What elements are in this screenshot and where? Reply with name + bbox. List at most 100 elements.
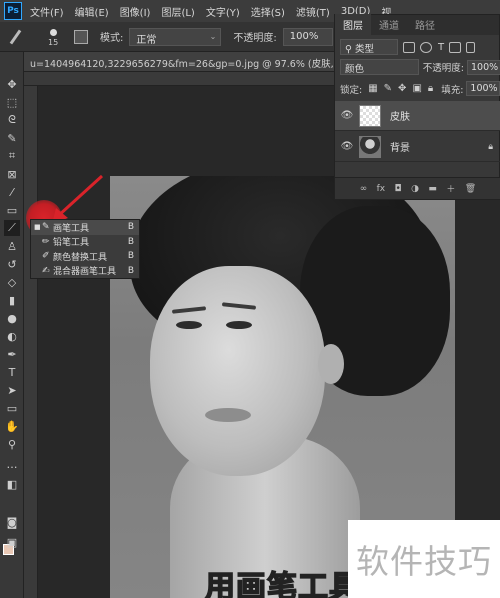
vertical-ruler	[24, 86, 38, 598]
move-tool-icon[interactable]: ✥	[4, 76, 20, 92]
mixer-brush-icon: ✍	[42, 265, 50, 276]
tab-layers[interactable]: 图层	[335, 14, 371, 35]
quick-select-tool-icon[interactable]: ✎	[4, 130, 20, 146]
watermark-text: 软件技巧	[356, 542, 492, 581]
more-tools-icon[interactable]: …	[4, 456, 20, 472]
flyout-item-mixer-brush[interactable]: ✍ 混合器画笔工具 B	[31, 264, 139, 279]
brush-icon: ✎	[42, 222, 50, 233]
flyout-item-label: 混合器画笔工具	[53, 267, 117, 278]
shape-filter-icon[interactable]	[449, 41, 462, 53]
layer-row-background[interactable]: 👁︎ 背景 🔒︎	[335, 132, 500, 162]
hand-tool-icon[interactable]: ✋	[4, 418, 20, 434]
menu-filter[interactable]: 滤镜(T)	[296, 4, 330, 19]
tab-channels[interactable]: 通道	[371, 14, 407, 35]
gradient-tool-icon[interactable]: ▮	[4, 292, 20, 308]
opacity-field[interactable]: 100%	[282, 27, 333, 46]
visibility-eye-icon[interactable]: 👁︎	[339, 141, 355, 152]
layer-filter-value: 类型	[354, 44, 374, 55]
mode-value: 正常	[136, 34, 157, 46]
rectangle-tool-icon[interactable]: ▭	[4, 400, 20, 416]
path-select-tool-icon[interactable]: ➤	[4, 382, 20, 398]
brush-icon	[9, 29, 22, 44]
chevron-down-icon: ⌄	[209, 31, 217, 41]
layer-name: 背景	[390, 143, 410, 154]
panel-tabs: 图层 通道 路径	[335, 14, 499, 35]
layer-row-skin[interactable]: 👁︎ 皮肤	[335, 101, 500, 131]
eyedropper-tool-icon[interactable]: ⁄	[4, 184, 20, 200]
search-icon: ⚲	[345, 44, 355, 55]
lock-artboard-icon[interactable]: ▣	[412, 83, 421, 94]
frame-tool-icon[interactable]: ⊠	[4, 166, 20, 182]
mask-icon[interactable]: ◘	[395, 184, 402, 194]
lock-image-icon[interactable]: ✎	[384, 83, 392, 94]
opacity-label: 不透明度:	[233, 33, 277, 44]
layers-footer: ∞ fx ◘ ◑ ▬ ＋ 🗑︎	[335, 177, 500, 199]
lock-transparent-icon[interactable]: ▦	[368, 83, 377, 94]
blur-tool-icon[interactable]: ●	[4, 310, 20, 326]
adjustment-filter-icon[interactable]	[420, 41, 432, 53]
group-icon[interactable]: ▬	[428, 184, 437, 194]
layer-opacity-field[interactable]: 100%	[467, 59, 500, 75]
menu-select[interactable]: 选择(S)	[251, 4, 285, 19]
flyout-item-label: 画笔工具	[53, 223, 90, 234]
eraser-tool-icon[interactable]: ◇	[4, 274, 20, 290]
brush-settings-toggle[interactable]	[74, 29, 88, 44]
flyout-item-pencil[interactable]: ✏ 铅笔工具 B	[31, 235, 139, 250]
blend-row: 颜色 不透明度: 100%	[335, 59, 500, 75]
visibility-eye-icon[interactable]: 👁︎	[339, 110, 355, 121]
pencil-icon: ✏	[42, 236, 50, 247]
selected-marker-icon: ■	[34, 223, 41, 232]
menu-edit[interactable]: 编辑(E)	[75, 4, 109, 19]
history-brush-tool-icon[interactable]: ↺	[4, 256, 20, 272]
quick-mask-icon[interactable]: ◙	[4, 514, 20, 530]
pixel-filter-icon[interactable]	[403, 41, 415, 53]
menu-image[interactable]: 图像(I)	[120, 4, 151, 19]
mode-label: 模式:	[100, 33, 124, 44]
clone-stamp-tool-icon[interactable]: ♙	[4, 238, 20, 254]
brush-tool-flyout: ■ ✎ 画笔工具 B ✏ 铅笔工具 B ✐ 颜色替换工具 B ✍ 混合器画笔工具…	[30, 219, 140, 279]
layer-filter-select[interactable]: ⚲ 类型	[340, 39, 398, 55]
left-eye	[176, 321, 202, 329]
flyout-item-brush[interactable]: ■ ✎ 画笔工具 B	[31, 220, 139, 235]
fx-icon[interactable]: fx	[377, 184, 386, 194]
new-layer-icon[interactable]: ＋	[446, 182, 455, 195]
default-colors-icon[interactable]: ◧	[4, 476, 20, 492]
screen-mode-icon[interactable]: ▣	[4, 534, 20, 550]
layer-thumbnail	[359, 104, 381, 127]
crop-tool-icon[interactable]: ⌗	[4, 148, 20, 164]
brush-tool-icon[interactable]: ⟋	[4, 220, 20, 236]
document-tab[interactable]: u=1404964120,3229656279&fm=26&gp=0.jpg @…	[24, 52, 334, 72]
layer-opacity-label: 不透明度:	[422, 63, 464, 74]
smart-object-filter-icon[interactable]	[466, 41, 476, 53]
brush-size-picker[interactable]: 15	[40, 26, 68, 48]
healing-brush-tool-icon[interactable]: ▭	[4, 202, 20, 218]
zoom-tool-icon[interactable]: ⚲	[4, 436, 20, 452]
adjustment-icon[interactable]: ◑	[411, 184, 419, 194]
tab-paths[interactable]: 路径	[407, 14, 443, 35]
menu-file[interactable]: 文件(F)	[30, 4, 64, 19]
layer-name: 皮肤	[390, 112, 410, 123]
flyout-item-color-replace[interactable]: ✐ 颜色替换工具 B	[31, 249, 139, 264]
lock-position-icon[interactable]: ✥	[398, 83, 406, 94]
mode-select[interactable]: 正常 ⌄	[129, 27, 222, 46]
menu-type[interactable]: 文字(Y)	[206, 4, 240, 19]
type-filter-icon[interactable]: T	[438, 42, 444, 53]
dodge-tool-icon[interactable]: ◐	[4, 328, 20, 344]
blend-mode-select[interactable]: 颜色	[340, 59, 419, 75]
trash-icon[interactable]: 🗑︎	[465, 184, 476, 194]
link-icon[interactable]: ∞	[360, 184, 368, 194]
lock-all-icon[interactable]: 🔒︎	[428, 83, 433, 94]
flyout-item-shortcut: B	[127, 265, 134, 276]
type-tool-icon[interactable]: T	[4, 364, 20, 380]
lips	[205, 408, 251, 422]
lock-icon: 🔒︎	[488, 141, 493, 152]
brush-tip-icon	[50, 28, 57, 36]
video-subtitle: 用画笔工具	[204, 569, 360, 598]
marquee-tool-icon[interactable]: ⬚	[4, 94, 20, 110]
menu-layer[interactable]: 图层(L)	[161, 4, 194, 19]
pen-tool-icon[interactable]: ✒	[4, 346, 20, 362]
fill-field[interactable]: 100%	[466, 81, 500, 96]
photoshop-logo: Ps	[4, 2, 22, 20]
tool-preset-picker[interactable]	[6, 27, 32, 47]
lasso-tool-icon[interactable]: ᘓ	[4, 112, 20, 128]
